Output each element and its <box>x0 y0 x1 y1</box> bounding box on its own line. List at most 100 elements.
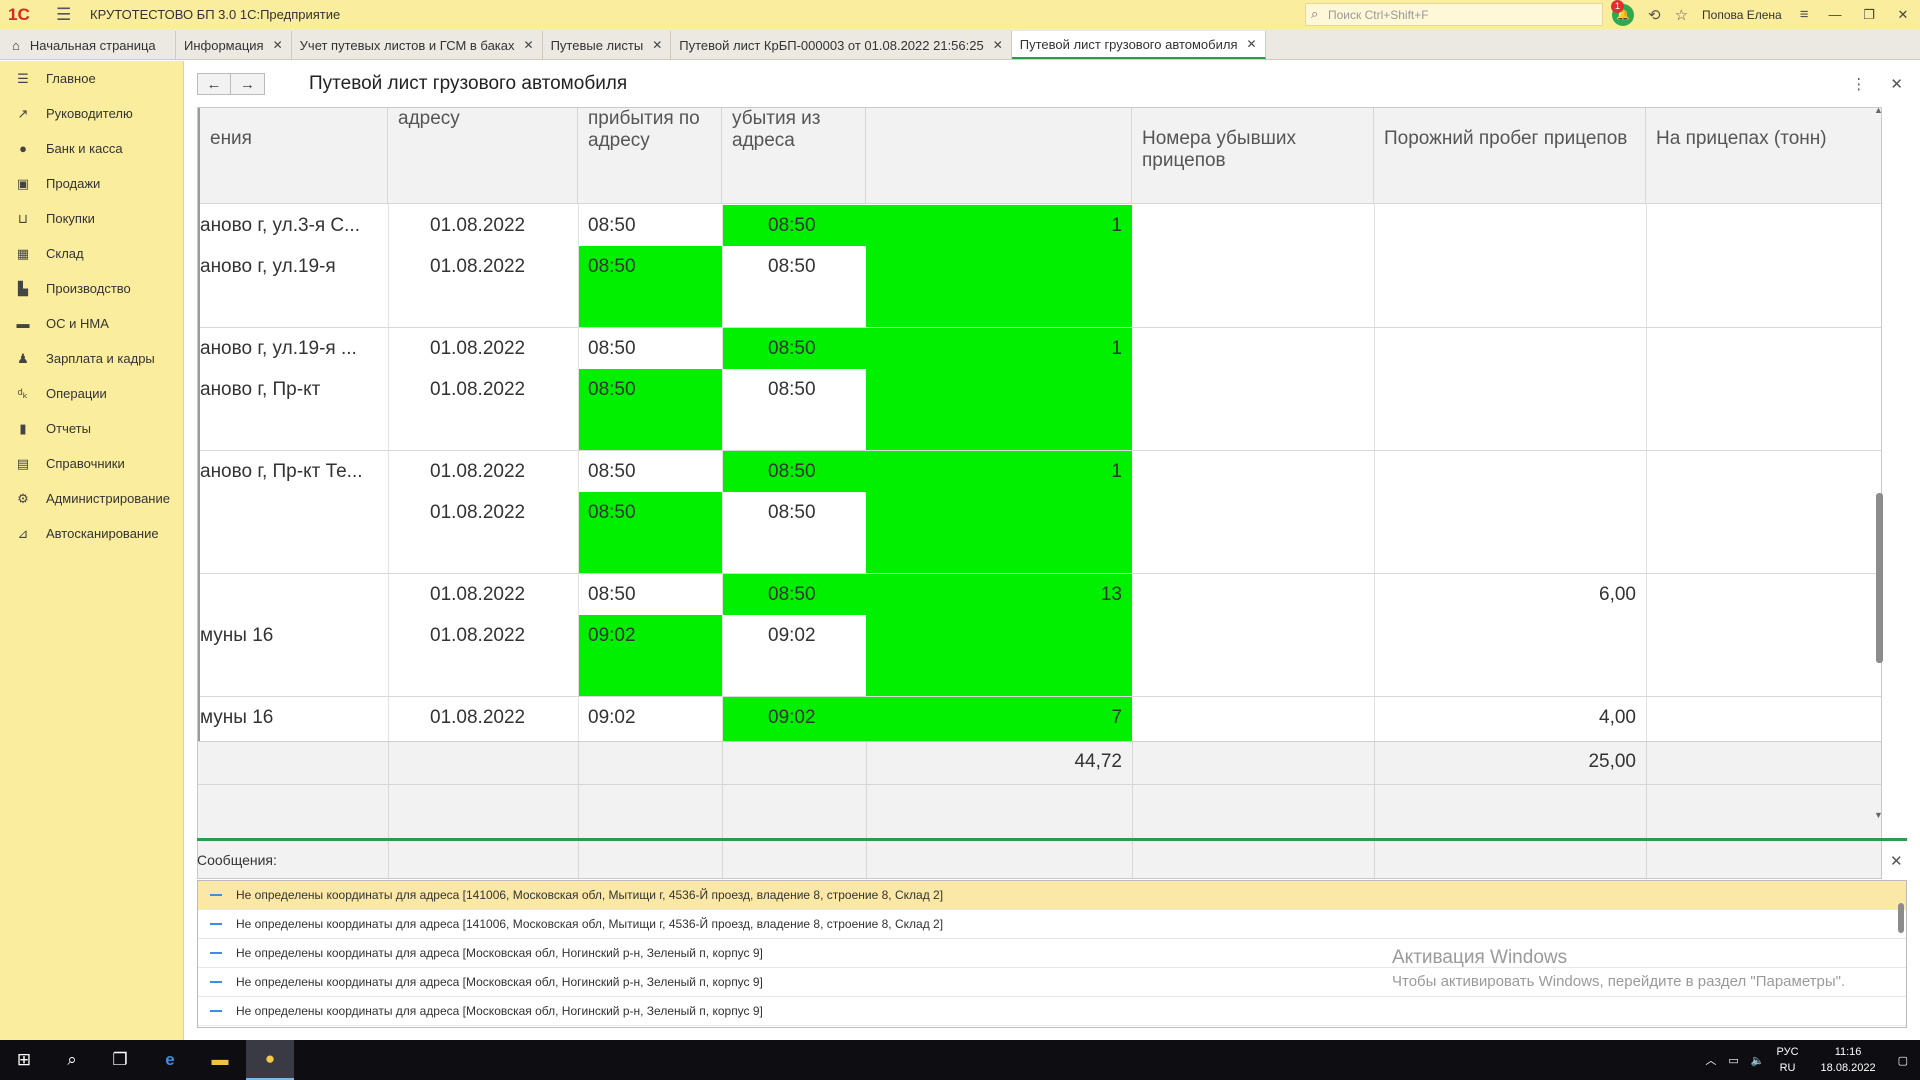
sidebar-item-salary[interactable]: ♟ Зарплата и кадры <box>0 341 183 376</box>
cell-departure[interactable]: 09:02 <box>768 707 816 729</box>
tab-waybills[interactable]: Путевые листы ✕ <box>542 31 672 59</box>
cell-mileage[interactable]: 6,00 <box>1374 584 1636 606</box>
notifications-icon[interactable]: 🔔 1 <box>1611 0 1634 26</box>
cell-name[interactable]: аново г, ул.19-я ... <box>200 338 386 360</box>
column-header-tons[interactable]: На прицепах (тонн) <box>1646 108 1881 204</box>
restore-button[interactable]: ❐ <box>1852 0 1886 29</box>
favorites-star-icon[interactable]: ☆ <box>1675 6 1688 24</box>
cell-date[interactable]: 01.08.2022 <box>430 584 525 606</box>
windows-start-icon[interactable]: ⊞ <box>0 1040 48 1080</box>
1c-app-icon[interactable]: ● <box>246 1040 294 1080</box>
network-icon[interactable]: ▭ <box>1728 1054 1738 1067</box>
cell-arrival[interactable]: 08:50 <box>588 502 636 524</box>
column-header-trailers[interactable]: Номера убывших прицепов <box>1132 108 1374 204</box>
cell-date[interactable]: 01.08.2022 <box>430 502 525 524</box>
close-form-icon[interactable]: ✕ <box>1890 75 1903 93</box>
notification-center-icon[interactable]: ▢ <box>1898 1054 1908 1067</box>
cell-departure[interactable]: 08:50 <box>768 215 816 237</box>
sidebar-item-operations[interactable]: ᵈₖ Операции <box>0 376 183 411</box>
close-icon[interactable]: ✕ <box>993 38 1003 52</box>
sidebar-item-reports[interactable]: ▮ Отчеты <box>0 411 183 446</box>
cell-value[interactable]: 1 <box>866 461 1122 483</box>
cell-arrival[interactable]: 08:50 <box>588 461 636 483</box>
cell-departure[interactable]: 08:50 <box>768 461 816 483</box>
search-icon[interactable]: ⌕ <box>48 1040 96 1080</box>
cell-arrival[interactable]: 08:50 <box>588 338 636 360</box>
cell-departure[interactable]: 08:50 <box>768 502 816 524</box>
hamburger-menu-icon[interactable]: ☰ <box>56 5 76 25</box>
file-explorer-icon[interactable]: ▬ <box>196 1040 244 1080</box>
clock[interactable]: 11:16 18.08.2022 <box>1821 1044 1876 1076</box>
more-options-icon[interactable]: ⋮ <box>1851 75 1866 93</box>
cell-date[interactable]: 01.08.2022 <box>430 707 525 729</box>
cell-arrival[interactable]: 08:50 <box>588 379 636 401</box>
sidebar-item-warehouse[interactable]: ▦ Склад <box>0 236 183 271</box>
scroll-down-icon[interactable]: ▼ <box>1874 810 1883 820</box>
sidebar-item-autoscan[interactable]: ⊿ Автосканирование <box>0 516 183 551</box>
cell-date[interactable]: 01.08.2022 <box>430 338 525 360</box>
cell-arrival[interactable]: 08:50 <box>588 584 636 606</box>
messages-scrollbar-thumb[interactable] <box>1898 903 1904 933</box>
cell-arrival[interactable]: 08:50 <box>588 215 636 237</box>
close-icon[interactable]: ✕ <box>1247 37 1257 51</box>
task-view-icon[interactable]: ❐ <box>96 1040 144 1080</box>
sidebar-item-sales[interactable]: ▣ Продажи <box>0 166 183 201</box>
cell-name[interactable]: аново г, ул.19-я <box>200 256 386 278</box>
close-messages-icon[interactable]: ✕ <box>1890 852 1903 870</box>
close-button[interactable]: ✕ <box>1886 0 1920 29</box>
cell-date[interactable]: 01.08.2022 <box>430 625 525 647</box>
cell-value[interactable]: 1 <box>866 338 1122 360</box>
message-item[interactable]: Не определены координаты для адреса [141… <box>198 881 1906 910</box>
tab-waybill-doc[interactable]: Путевой лист КрБП-000003 от 01.08.2022 2… <box>671 31 1012 59</box>
tab-fuel-accounting[interactable]: Учет путевых листов и ГСМ в баках ✕ <box>291 31 543 59</box>
forward-button[interactable]: → <box>231 73 265 95</box>
chevron-up-icon[interactable]: ︿ <box>1705 1052 1716 1068</box>
back-button[interactable]: ← <box>197 73 231 95</box>
column-header-date[interactable]: адресу <box>388 108 578 204</box>
column-header-name[interactable]: ения <box>200 108 388 204</box>
search-input[interactable]: ⌕ Поиск Ctrl+Shift+F <box>1305 3 1603 26</box>
close-icon[interactable]: ✕ <box>524 38 534 52</box>
cell-departure[interactable]: 09:02 <box>768 625 816 647</box>
internet-explorer-icon[interactable]: e <box>146 1040 194 1080</box>
cell-value[interactable]: 7 <box>866 707 1122 729</box>
column-header-quantity[interactable] <box>866 108 1132 204</box>
sidebar-item-references[interactable]: ▤ Справочники <box>0 446 183 481</box>
cell-date[interactable]: 01.08.2022 <box>430 256 525 278</box>
cell-arrival[interactable]: 09:02 <box>588 625 636 647</box>
sidebar-item-main[interactable]: ☰ Главное <box>0 61 183 96</box>
table-scrollbar[interactable]: ▲ ▼ <box>1872 105 1886 820</box>
cell-value[interactable]: 13 <box>866 584 1122 606</box>
tab-truck-waybill[interactable]: Путевой лист грузового автомобиля ✕ <box>1011 31 1266 59</box>
cell-name[interactable]: аново г, Пр-кт <box>200 379 386 401</box>
cell-value[interactable]: 1 <box>866 215 1122 237</box>
sidebar-item-bank[interactable]: ● Банк и касса <box>0 131 183 166</box>
scrollbar-thumb[interactable] <box>1876 493 1883 663</box>
cell-departure[interactable]: 08:50 <box>768 584 816 606</box>
message-item[interactable]: Не определены координаты для адреса [141… <box>198 910 1906 939</box>
column-header-departure[interactable]: убытия из адреса <box>722 108 866 204</box>
cell-departure[interactable]: 08:50 <box>768 256 816 278</box>
cell-departure[interactable]: 08:50 <box>768 338 816 360</box>
cell-name[interactable]: муны 16 <box>200 625 386 647</box>
cell-date[interactable]: 01.08.2022 <box>430 461 525 483</box>
sidebar-item-production[interactable]: ▙ Производство <box>0 271 183 306</box>
settings-icon[interactable]: ≡ <box>1800 6 1809 23</box>
cell-date[interactable]: 01.08.2022 <box>430 215 525 237</box>
volume-icon[interactable]: 🔈 <box>1751 1054 1765 1067</box>
sidebar-item-director[interactable]: ↗ Руководителю <box>0 96 183 131</box>
tab-info[interactable]: Информация ✕ <box>176 31 292 59</box>
close-icon[interactable]: ✕ <box>652 38 662 52</box>
cell-mileage[interactable]: 4,00 <box>1374 707 1636 729</box>
close-icon[interactable]: ✕ <box>273 38 283 52</box>
route-table[interactable]: ения адресу прибытия по адресу убытия из а… <box>197 107 1882 879</box>
sidebar-item-assets[interactable]: ▬ ОС и НМА <box>0 306 183 341</box>
scroll-up-icon[interactable]: ▲ <box>1874 105 1883 115</box>
cell-departure[interactable]: 08:50 <box>768 379 816 401</box>
user-name[interactable]: Попова Елена <box>1702 8 1782 22</box>
tab-home[interactable]: ⌂ Начальная страница <box>0 31 176 59</box>
cell-arrival[interactable]: 09:02 <box>588 707 636 729</box>
message-item[interactable]: Не определены координаты для адреса [Мос… <box>198 997 1906 1026</box>
cell-arrival[interactable]: 08:50 <box>588 256 636 278</box>
minimize-button[interactable]: — <box>1818 0 1852 29</box>
